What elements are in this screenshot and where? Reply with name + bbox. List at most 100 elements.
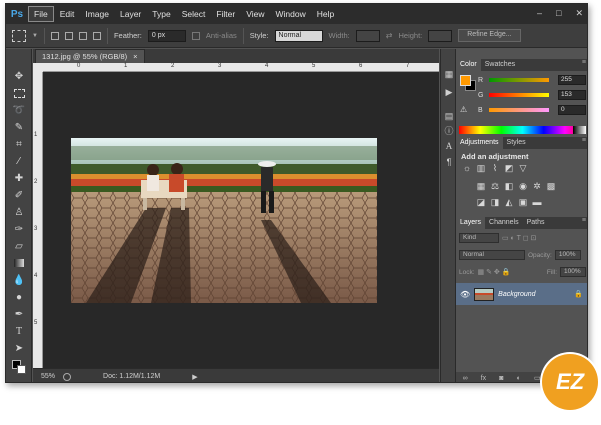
green-slider[interactable]: [489, 93, 549, 97]
menu-type[interactable]: Type: [147, 7, 175, 21]
panel-menu-icon[interactable]: ≡: [582, 217, 586, 224]
adjustment-layer-icon[interactable]: ◐: [517, 375, 521, 382]
black-white-icon[interactable]: ◧: [504, 181, 514, 191]
color-lookup-icon[interactable]: ▩: [546, 181, 556, 191]
color-spectrum[interactable]: [459, 126, 586, 134]
layer-name[interactable]: Background: [498, 291, 535, 298]
green-value[interactable]: 153: [558, 90, 586, 100]
height-input[interactable]: [428, 29, 453, 42]
history-brush-tool-icon[interactable]: ✑: [12, 222, 26, 236]
link-layers-icon[interactable]: ∞: [463, 375, 468, 382]
invert-icon[interactable]: ◪: [476, 197, 486, 207]
menu-image[interactable]: Image: [80, 7, 114, 21]
new-group-icon[interactable]: ▭: [534, 374, 541, 382]
blend-mode-select[interactable]: Normal: [459, 250, 525, 260]
new-selection-icon[interactable]: [50, 31, 59, 40]
blue-value[interactable]: 0: [558, 105, 586, 115]
selective-color-icon[interactable]: ▣: [518, 197, 528, 207]
red-slider[interactable]: [489, 78, 549, 82]
posterize-icon[interactable]: ◨: [490, 197, 500, 207]
healing-brush-tool-icon[interactable]: ✚: [12, 171, 26, 185]
width-input[interactable]: [355, 29, 380, 42]
paragraph-panel-icon[interactable]: ¶: [444, 157, 454, 167]
menu-select[interactable]: Select: [177, 7, 211, 21]
document-tab[interactable]: 1312.jpg @ 55% (RGB/8) ×: [35, 49, 145, 63]
blue-slider[interactable]: [489, 108, 549, 112]
black-white-ramp[interactable]: [573, 126, 586, 134]
visibility-eye-icon[interactable]: 👁: [460, 290, 470, 299]
minimize-button[interactable]: –: [537, 8, 542, 19]
menu-filter[interactable]: Filter: [211, 7, 240, 21]
maximize-button[interactable]: □: [556, 8, 561, 19]
close-button[interactable]: ✕: [575, 8, 583, 19]
antialias-checkbox[interactable]: [191, 31, 200, 40]
swap-icon[interactable]: ⇄: [386, 31, 393, 40]
info-panel-icon[interactable]: ⓘ: [444, 125, 454, 136]
style-select[interactable]: Normal: [274, 29, 323, 42]
menu-edit[interactable]: Edit: [55, 7, 80, 21]
refine-edge-button[interactable]: Refine Edge...: [458, 29, 521, 42]
add-selection-icon[interactable]: [64, 31, 73, 40]
layer-mask-icon[interactable]: ◙: [499, 375, 503, 382]
status-menu-arrow-icon[interactable]: ▶: [192, 373, 197, 381]
marquee-tool-icon[interactable]: [12, 86, 26, 100]
curves-icon[interactable]: ⌇: [490, 163, 500, 173]
exposure-icon[interactable]: ◩: [504, 163, 514, 173]
quick-selection-tool-icon[interactable]: ✎: [12, 120, 26, 134]
red-value[interactable]: 255: [558, 75, 586, 85]
marquee-tool-preset-icon[interactable]: [12, 29, 26, 42]
subtract-selection-icon[interactable]: [78, 31, 87, 40]
menu-help[interactable]: Help: [312, 7, 339, 21]
panel-menu-icon[interactable]: ≡: [582, 137, 586, 144]
opacity-input[interactable]: 100%: [554, 250, 581, 260]
brush-tool-icon[interactable]: ✐: [12, 188, 26, 202]
menu-window[interactable]: Window: [270, 7, 310, 21]
tab-styles[interactable]: Styles: [503, 137, 530, 149]
gradient-tool-icon[interactable]: [12, 256, 26, 270]
kind-filter-select[interactable]: Kind: [459, 233, 499, 243]
crop-tool-icon[interactable]: ⌗: [12, 137, 26, 151]
gamut-warning-icon[interactable]: ⚠: [460, 105, 467, 114]
tab-swatches[interactable]: Swatches: [481, 59, 519, 71]
eraser-tool-icon[interactable]: ▱: [12, 239, 26, 253]
path-selection-tool-icon[interactable]: ➤: [12, 341, 26, 355]
blur-tool-icon[interactable]: 💧: [12, 273, 26, 287]
move-tool-icon[interactable]: ✥: [12, 69, 26, 83]
background-color-swatch[interactable]: [17, 365, 26, 374]
feather-input[interactable]: 0 px: [147, 29, 186, 42]
panel-menu-icon[interactable]: ≡: [582, 59, 586, 66]
actions-panel-icon[interactable]: ▶: [444, 87, 454, 97]
channel-mixer-icon[interactable]: ✲: [532, 181, 542, 191]
zoom-level[interactable]: 55%: [41, 373, 55, 380]
lasso-tool-icon[interactable]: ➰: [12, 103, 26, 117]
pen-tool-icon[interactable]: ✒: [12, 307, 26, 321]
history-panel-icon[interactable]: ▦: [444, 69, 454, 79]
threshold-icon[interactable]: ◭: [504, 197, 514, 207]
type-tool-icon[interactable]: T: [12, 324, 26, 338]
layer-comps-icon[interactable]: ▤: [444, 111, 454, 121]
menu-file[interactable]: File: [28, 6, 54, 22]
close-tab-icon[interactable]: ×: [133, 52, 137, 61]
vibrance-icon[interactable]: ▽: [518, 163, 528, 173]
levels-icon[interactable]: ▥: [476, 163, 486, 173]
layer-row-background[interactable]: 👁 Background 🔒: [456, 283, 587, 305]
intersect-selection-icon[interactable]: [92, 31, 101, 40]
status-icon[interactable]: [63, 372, 72, 381]
brightness-contrast-icon[interactable]: ☼: [462, 163, 472, 173]
menu-view[interactable]: View: [241, 7, 269, 21]
tab-channels[interactable]: Channels: [485, 217, 523, 229]
fill-input[interactable]: 100%: [560, 267, 586, 277]
tab-adjustments[interactable]: Adjustments: [456, 137, 503, 149]
menu-layer[interactable]: Layer: [115, 7, 146, 21]
dodge-tool-icon[interactable]: ●: [12, 290, 26, 304]
gradient-map-icon[interactable]: ▬: [532, 197, 542, 207]
tab-paths[interactable]: Paths: [523, 217, 549, 229]
tab-layers[interactable]: Layers: [456, 217, 486, 229]
character-panel-icon[interactable]: A: [444, 141, 454, 151]
lock-icons[interactable]: ▦ ✎ ✥ 🔒: [478, 268, 511, 276]
photo-filter-icon[interactable]: ◉: [518, 181, 528, 191]
eyedropper-tool-icon[interactable]: ⁄: [12, 154, 26, 168]
document-image[interactable]: [71, 138, 377, 303]
pixel-filter-icon[interactable]: ▭ ◐ T ◻ ⊡: [502, 234, 536, 242]
color-balance-icon[interactable]: ⚖: [490, 181, 500, 191]
